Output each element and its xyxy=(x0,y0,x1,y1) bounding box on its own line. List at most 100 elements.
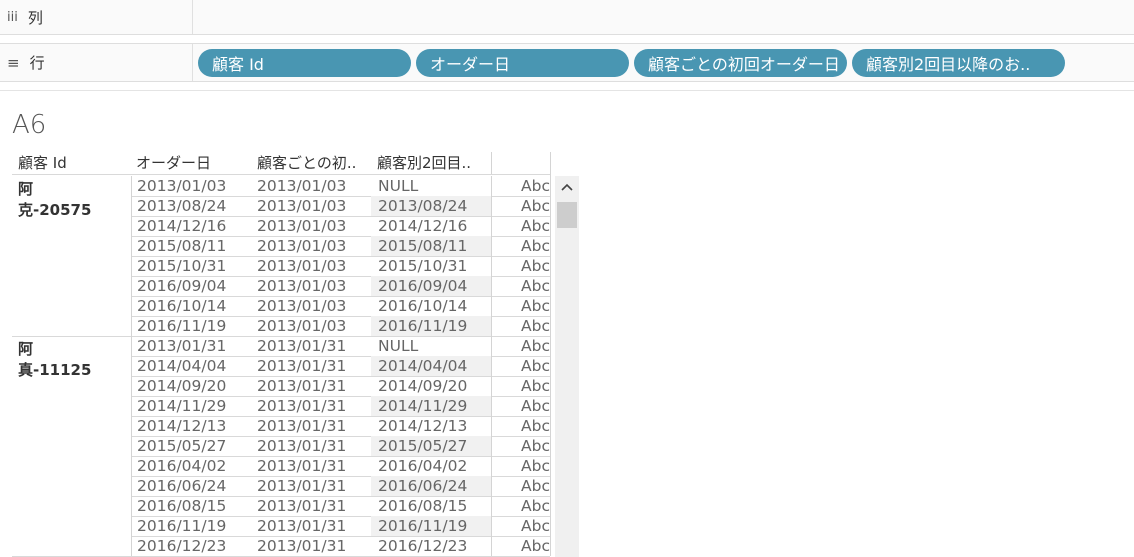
date-cell: 2016/09/04 xyxy=(378,277,468,295)
abc-cell: Abc xyxy=(521,237,550,255)
rows-label: 行 xyxy=(29,54,45,72)
date-cell: 2016/12/23 xyxy=(137,537,227,555)
date-cell: 2014/12/16 xyxy=(378,217,468,235)
abc-cell: Abc xyxy=(521,357,550,375)
date-cell: 2013/01/03 xyxy=(257,237,347,255)
sheet-title: A6 xyxy=(12,110,47,140)
abc-cell: Abc xyxy=(521,477,550,495)
abc-cell: Abc xyxy=(521,337,550,355)
date-cell: 2013/01/03 xyxy=(257,277,347,295)
date-cell: 2016/12/23 xyxy=(378,537,468,555)
chevron-up-icon xyxy=(561,183,573,191)
header-first-order-date[interactable]: 顧客ごとの初.. xyxy=(257,152,367,174)
customer-id-cell: 阿真-11125 xyxy=(18,340,92,379)
date-cell: 2014/09/20 xyxy=(378,377,468,395)
date-cell: 2013/01/31 xyxy=(257,437,347,455)
abc-cell: Abc xyxy=(521,517,550,535)
date-cell: 2014/12/13 xyxy=(378,417,468,435)
header-divider xyxy=(12,174,550,175)
date-cell: 2016/08/15 xyxy=(137,497,227,515)
date-cell: 2013/01/31 xyxy=(257,477,347,495)
pill-order-date[interactable]: オーダー日 xyxy=(416,48,629,77)
date-cell: 2013/08/24 xyxy=(137,197,227,215)
header-customer-id[interactable]: 顧客 Id xyxy=(18,152,128,174)
abc-cell: Abc xyxy=(521,197,550,215)
columns-shelf-label: iii 列 xyxy=(0,0,193,34)
date-cell: 2015/05/27 xyxy=(137,437,227,455)
date-cell: NULL xyxy=(378,177,419,195)
date-cell: 2015/10/31 xyxy=(378,257,468,275)
abc-cell: Abc xyxy=(521,257,550,275)
date-cell: 2016/11/19 xyxy=(137,517,227,535)
date-cell: 2014/04/04 xyxy=(378,357,468,375)
date-cell: 2016/11/19 xyxy=(378,317,468,335)
scroll-thumb[interactable] xyxy=(557,202,577,228)
date-cell: 2016/04/02 xyxy=(137,457,227,475)
date-cell: 2016/10/14 xyxy=(137,297,227,315)
columns-shelf[interactable]: iii 列 xyxy=(0,0,1134,35)
date-cell: 2014/11/29 xyxy=(378,397,468,415)
abc-cell: Abc xyxy=(521,177,550,195)
date-cell: 2014/09/20 xyxy=(137,377,227,395)
abc-cell: Abc xyxy=(521,537,550,555)
date-cell: 2013/01/03 xyxy=(257,177,347,195)
abc-cell: Abc xyxy=(521,377,550,395)
date-cell: 2013/01/03 xyxy=(257,217,347,235)
date-cell: 2016/08/15 xyxy=(378,497,468,515)
pill-first-order-date[interactable]: 顧客ごとの初回オーダー日 xyxy=(634,48,847,77)
date-cell: 2015/08/11 xyxy=(378,237,468,255)
date-cell: 2016/10/14 xyxy=(378,297,468,315)
date-cell: 2015/05/27 xyxy=(378,437,468,455)
abc-vline xyxy=(491,176,492,556)
header-vline xyxy=(491,152,492,174)
date-cell: 2013/01/03 xyxy=(257,317,347,335)
date-cell: 2016/06/24 xyxy=(378,477,468,495)
abc-cell: Abc xyxy=(521,417,550,435)
view-area-top-border xyxy=(0,82,1134,91)
header-second-order[interactable]: 顧客別2回目.. xyxy=(377,152,489,174)
date-cell: 2013/01/31 xyxy=(257,457,347,475)
date-cell: 2013/01/31 xyxy=(257,517,347,535)
date-cell: 2016/11/19 xyxy=(378,517,468,535)
columns-label: 列 xyxy=(27,8,43,27)
abc-cell: Abc xyxy=(521,397,550,415)
date-cell: 2013/01/31 xyxy=(137,337,227,355)
date-cell: 2016/11/19 xyxy=(137,317,227,335)
date-cell: 2013/01/31 xyxy=(257,497,347,515)
date-cell: 2013/01/31 xyxy=(257,357,347,375)
shelf-separator xyxy=(0,35,1134,44)
date-cell: 2013/01/03 xyxy=(257,297,347,315)
scroll-up-arrow[interactable] xyxy=(555,176,579,198)
header-order-date[interactable]: オーダー日 xyxy=(136,152,246,174)
date-cell: 2016/04/02 xyxy=(378,457,468,475)
pill-customer-id[interactable]: 顧客 Id xyxy=(198,48,411,77)
pill-second-order[interactable]: 顧客別2回目以降のお.. xyxy=(852,48,1065,77)
rows-shelf[interactable]: ≡ 行 顧客 Id オーダー日 顧客ごとの初回オーダー日 顧客別2回目以降のお.… xyxy=(0,44,1134,82)
date-cell: 2014/12/13 xyxy=(137,417,227,435)
date-cell: 2013/01/31 xyxy=(257,377,347,395)
date-cell: NULL xyxy=(378,337,419,355)
abc-cell: Abc xyxy=(521,317,550,335)
date-cell: 2014/12/16 xyxy=(137,217,227,235)
abc-cell: Abc xyxy=(521,457,550,475)
group-vline xyxy=(131,336,132,556)
rows-icon: ≡ xyxy=(7,53,20,72)
date-cell: 2013/08/24 xyxy=(378,197,468,215)
rows-shelf-label: ≡ 行 xyxy=(0,44,193,81)
date-cell: 2013/01/31 xyxy=(257,397,347,415)
date-cell: 2016/09/04 xyxy=(137,277,227,295)
date-cell: 2015/08/11 xyxy=(137,237,227,255)
vertical-scrollbar[interactable] xyxy=(555,176,579,557)
date-cell: 2013/01/31 xyxy=(257,337,347,355)
date-cell: 2016/06/24 xyxy=(137,477,227,495)
date-cell: 2013/01/03 xyxy=(257,197,347,215)
customer-id-cell: 阿克-20575 xyxy=(18,180,92,219)
abc-cell: Abc xyxy=(521,497,550,515)
date-cell: 2013/01/03 xyxy=(137,177,227,195)
date-cell: 2015/10/31 xyxy=(137,257,227,275)
date-cell: 2014/04/04 xyxy=(137,357,227,375)
columns-icon: iii xyxy=(7,9,18,25)
date-cell: 2013/01/31 xyxy=(257,417,347,435)
abc-cell: Abc xyxy=(521,437,550,455)
right-vline xyxy=(550,152,551,556)
